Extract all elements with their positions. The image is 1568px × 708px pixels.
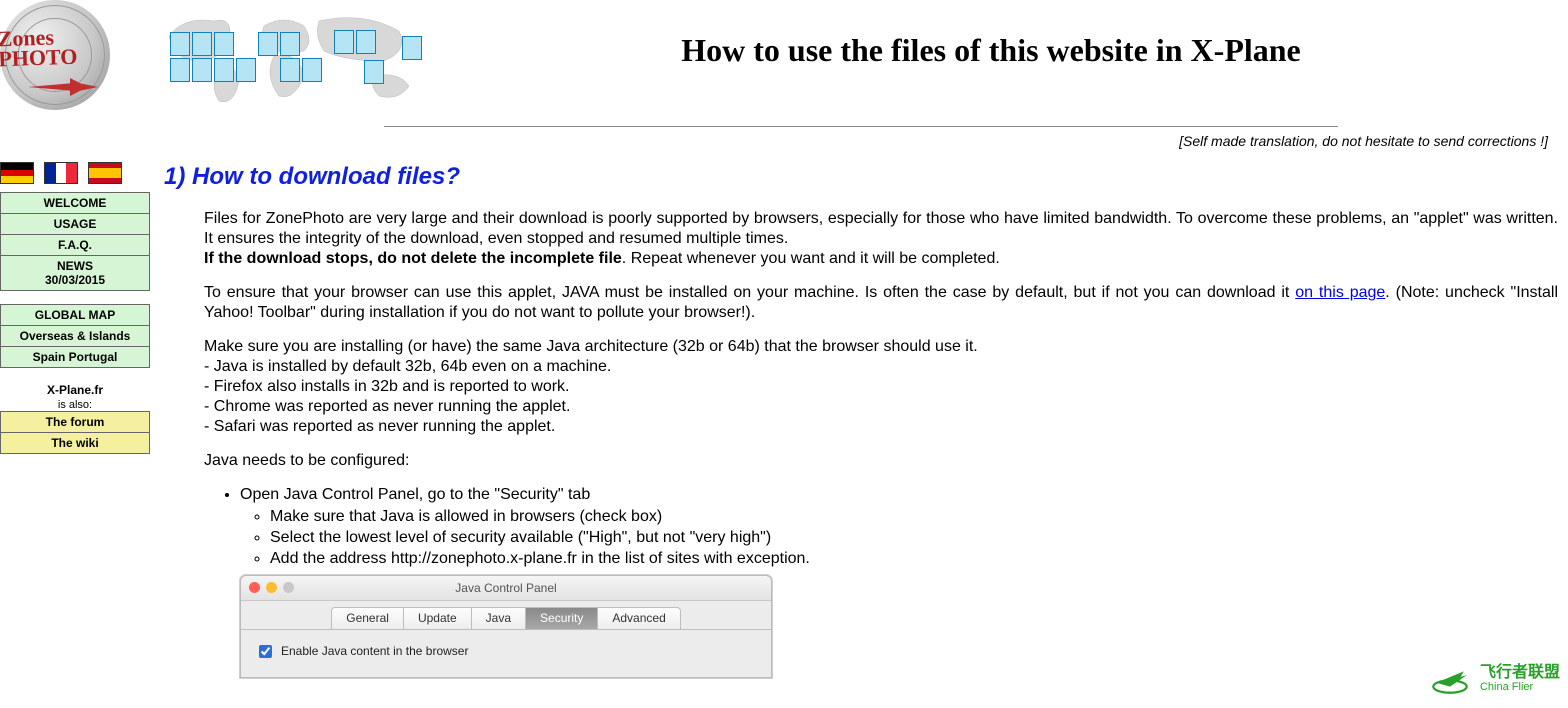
nav-spain-portugal[interactable]: Spain Portugal (0, 346, 150, 368)
p3-l2: - Firefox also installs in 32b and is re… (204, 378, 570, 395)
also-sub: is also: (0, 399, 150, 411)
zoom-icon[interactable] (283, 582, 294, 593)
nav-news-date: 30/03/2015 (45, 273, 105, 287)
also-title: X-Plane.fr (0, 381, 150, 399)
nav-usage[interactable]: USAGE (0, 213, 150, 235)
nav-also: X-Plane.fr is also: The forum The wiki (0, 381, 150, 454)
close-icon[interactable] (249, 582, 260, 593)
p1-text: Files for ZonePhoto are very large and t… (204, 210, 1558, 247)
jcp-title: Java Control Panel (455, 581, 556, 596)
flag-spanish[interactable] (88, 162, 122, 184)
tab-java[interactable]: Java (471, 607, 526, 629)
nav-wiki[interactable]: The wiki (0, 432, 150, 454)
p1b-rest: . Repeat whenever you want and it will b… (622, 250, 1000, 267)
tab-update[interactable]: Update (403, 607, 472, 629)
paragraph-arch: Make sure you are installing (or have) t… (204, 337, 1558, 437)
nav-news-label: NEWS (57, 259, 93, 273)
nav-main: WELCOME USAGE F.A.Q. NEWS 30/03/2015 (0, 192, 150, 291)
logo-line2: PHOTO (0, 47, 78, 70)
jcp-titlebar: Java Control Panel (241, 576, 771, 601)
flag-german[interactable] (0, 162, 34, 184)
config-item-open: Open Java Control Panel, go to the "Secu… (240, 485, 1558, 678)
p2-pre: To ensure that your browser can use this… (204, 284, 1295, 301)
minimize-icon[interactable] (266, 582, 277, 593)
nav-global-map[interactable]: GLOBAL MAP (0, 304, 150, 326)
nav-overseas-islands[interactable]: Overseas & Islands (0, 325, 150, 347)
separator (384, 126, 1338, 127)
section-heading-download: 1) How to download files? (164, 163, 1558, 191)
body-text: Files for ZonePhoto are very large and t… (204, 209, 1558, 678)
p1b-strong: If the download stops, do not delete the… (204, 250, 622, 267)
world-map-icon (164, 6, 424, 116)
java-download-link[interactable]: on this page (1295, 284, 1385, 301)
sub-exception-site: Add the address http://zonephoto.x-plane… (270, 549, 1558, 569)
config-sublist: Make sure that Java is allowed in browse… (240, 507, 1558, 569)
p3-l1: - Java is installed by default 32b, 64b … (204, 358, 611, 375)
nav-forum[interactable]: The forum (0, 411, 150, 433)
config-list: Open Java Control Panel, go to the "Secu… (224, 485, 1558, 678)
nav-news[interactable]: NEWS 30/03/2015 (0, 255, 150, 291)
paragraph-intro: Files for ZonePhoto are very large and t… (204, 209, 1558, 269)
java-control-panel: Java Control Panel General Update Java S… (240, 575, 772, 678)
tab-advanced[interactable]: Advanced (597, 607, 680, 629)
p3-l4: - Safari was reported as never running t… (204, 418, 555, 435)
nav-welcome[interactable]: WELCOME (0, 192, 150, 214)
tab-general[interactable]: General (331, 607, 404, 629)
logo-text: Zones PHOTO (0, 27, 78, 70)
tab-security[interactable]: Security (525, 607, 598, 629)
page-title: How to use the files of this website in … (464, 30, 1518, 72)
enable-java-checkbox[interactable] (259, 645, 272, 658)
sub-security-level: Select the lowest level of security avai… (270, 528, 1558, 548)
window-controls (249, 582, 294, 593)
jcp-body: Enable Java content in the browser (241, 630, 771, 677)
enable-java-label: Enable Java content in the browser (281, 644, 468, 659)
content: How to use the files of this website in … (154, 0, 1568, 708)
nav-maps: GLOBAL MAP Overseas & Islands Spain Port… (0, 304, 150, 368)
jcp-tabs: General Update Java Security Advanced (241, 601, 771, 630)
language-flags (0, 160, 150, 192)
flag-french[interactable] (44, 162, 78, 184)
enable-java-checkbox-row[interactable]: Enable Java content in the browser (255, 642, 757, 661)
p3-l0: Make sure you are installing (or have) t… (204, 338, 978, 355)
sidebar: Zones PHOTO WELCOME USAGE F.A.Q. NEWS 30… (0, 0, 154, 467)
nav-faq[interactable]: F.A.Q. (0, 234, 150, 256)
paragraph-java: To ensure that your browser can use this… (204, 283, 1558, 323)
b1: Open Java Control Panel, go to the "Secu… (240, 486, 590, 503)
paragraph-config: Java needs to be configured: (204, 451, 1558, 471)
sub-allow-browsers: Make sure that Java is allowed in browse… (270, 507, 1558, 527)
p3-l3: - Chrome was reported as never running t… (204, 398, 570, 415)
translation-note: [Self made translation, do not hesitate … (164, 133, 1558, 149)
logo: Zones PHOTO (0, 0, 150, 160)
